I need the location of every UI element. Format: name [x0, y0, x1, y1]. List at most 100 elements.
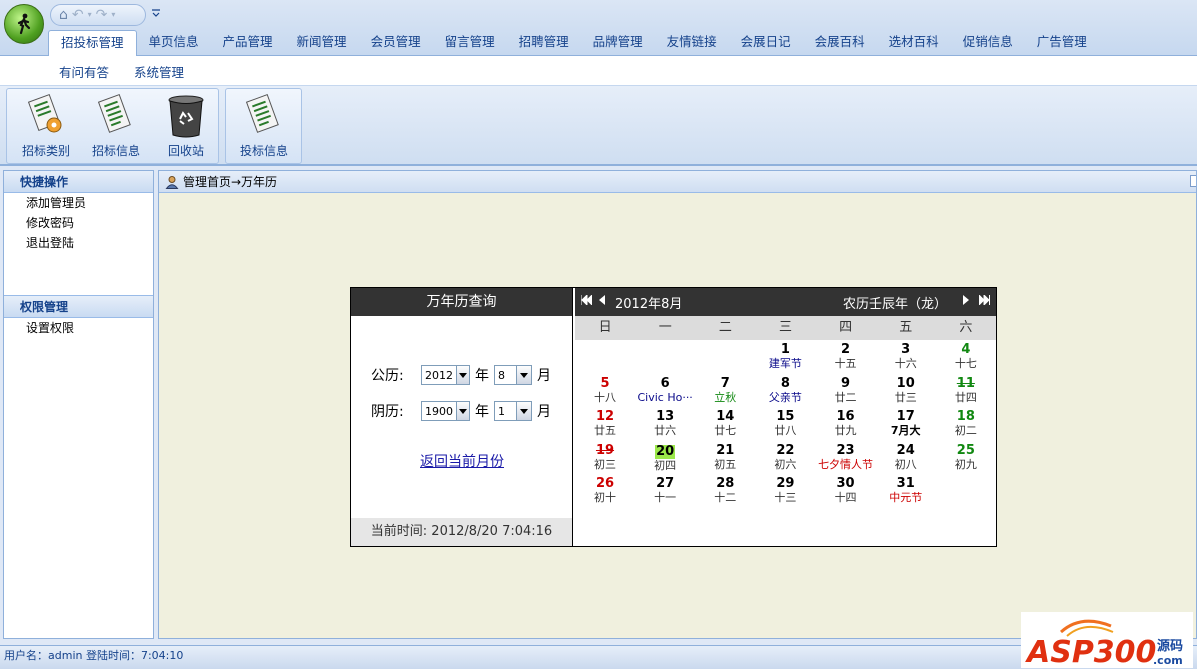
calendar-day-cell[interactable]: 25 初九: [936, 443, 996, 478]
calendar-day-cell[interactable]: 19 初三: [575, 443, 635, 478]
ribbon-toolbar: 招标类别 招标信息 回收站 投标信息: [0, 86, 1197, 166]
lunar-date-row: 阴历: 1900 年 1 月: [371, 401, 556, 421]
lunar-day-label: 建军节: [768, 357, 802, 370]
solar-year-select[interactable]: 2012: [421, 365, 470, 385]
next-year-icon[interactable]: [979, 295, 990, 305]
calendar-day-cell[interactable]: 24 初八: [876, 443, 936, 478]
lunar-day-label: 初九: [954, 457, 977, 471]
bid-info-button[interactable]: 招标信息: [81, 89, 151, 163]
permissions-header[interactable]: 权限管理: [4, 296, 153, 318]
status-bar: 用户名：admin 登陆时间：7:04:10: [0, 645, 1197, 669]
back-to-current-month-link[interactable]: 返回当前月份: [351, 451, 573, 471]
prev-month-icon[interactable]: [599, 295, 605, 305]
calendar-day-cell[interactable]: 29 十三: [755, 477, 815, 511]
perpetual-calendar: 万年历查询 公历: 2012 年 8 月 阴历: 1900 年 1 月 返回当前…: [350, 287, 997, 547]
calendar-day-cell[interactable]: 7 立秋: [695, 375, 755, 411]
recycle-bin-button[interactable]: 回收站: [151, 89, 221, 163]
lunar-year-select[interactable]: 1900: [421, 401, 470, 421]
home-icon[interactable]: ⌂: [59, 8, 68, 22]
lunar-day-label: 父亲节: [768, 390, 802, 404]
calendar-day-cell[interactable]: 21 初五: [695, 443, 755, 478]
redo-icon[interactable]: ↷: [96, 8, 108, 22]
calendar-day-cell[interactable]: 26 初十: [575, 477, 635, 511]
chevron-down-icon[interactable]: [516, 402, 531, 420]
calendar-day-cell[interactable]: 23 七夕情人节: [816, 443, 876, 478]
lunar-day-label: 初十: [594, 491, 616, 505]
chevron-down-icon[interactable]: ▾: [111, 8, 115, 22]
lunar-day-label: 十二: [714, 491, 737, 505]
quick-actions-header[interactable]: 快捷操作: [4, 171, 153, 193]
chevron-down-icon[interactable]: [516, 366, 531, 384]
solar-month-select[interactable]: 8: [494, 365, 532, 385]
tab-news[interactable]: 新闻管理: [285, 30, 359, 56]
tab-bidding-management[interactable]: 招投标管理: [48, 30, 137, 57]
calendar-day-cell[interactable]: 31 中元节: [876, 477, 936, 511]
calendar-day-cell[interactable]: 4 十七: [936, 343, 996, 377]
tab-products[interactable]: 产品管理: [211, 30, 285, 56]
sidebar-item-set-permissions[interactable]: 设置权限: [4, 318, 153, 338]
calendar-day-cell[interactable]: 6 Civic Ho···: [635, 376, 695, 411]
day-number: 7: [720, 375, 730, 391]
calendar-day-cell[interactable]: 18 初二: [936, 410, 996, 444]
calendar-day-cell[interactable]: 2 十五: [816, 343, 876, 377]
bid-category-button[interactable]: 招标类别: [11, 89, 81, 163]
calendar-day-cell[interactable]: 20 初四: [635, 444, 695, 478]
day-number: 17: [896, 409, 915, 425]
calendar-day-cell[interactable]: 3 十六: [876, 343, 936, 377]
calendar-day-cell[interactable]: 16 廿九: [816, 410, 876, 444]
calendar-day-cell[interactable]: 22 初六: [755, 443, 815, 478]
calendar-day-cell[interactable]: 13 廿六: [635, 410, 695, 444]
lunar-label: 阴历:: [371, 404, 404, 420]
calendar-day-cell[interactable]: 17 7月大: [876, 410, 936, 444]
calendar-day-cell[interactable]: 11 廿四: [936, 376, 996, 411]
sidebar-item-add-admin[interactable]: 添加管理员: [4, 193, 153, 213]
lunar-day-label: 初八: [894, 457, 917, 471]
chevron-down-icon[interactable]: ▾: [88, 8, 92, 22]
prev-year-icon[interactable]: [581, 295, 592, 305]
calendar-day-cell[interactable]: 28 十二: [695, 477, 755, 511]
tab-material-wiki[interactable]: 选材百科: [877, 30, 951, 56]
calendar-day-cell[interactable]: 1 建军节: [755, 343, 815, 377]
day-number: 13: [656, 409, 675, 425]
ribbon-sub-tabs: 有问有答 系统管理: [0, 56, 1197, 86]
tab-links[interactable]: 友情链接: [655, 30, 729, 56]
tab-system[interactable]: 系统管理: [134, 62, 184, 81]
next-month-icon[interactable]: [963, 295, 969, 305]
recycle-bin-icon: [168, 95, 204, 138]
tab-ads[interactable]: 广告管理: [1025, 30, 1099, 56]
calendar-day-cell[interactable]: 10 廿三: [876, 376, 936, 411]
undo-icon[interactable]: ↶: [72, 8, 84, 22]
tab-exhibition-diary[interactable]: 会展日记: [729, 30, 803, 56]
lunar-day-label: 十四: [834, 491, 857, 505]
calendar-day-cell[interactable]: 30 十四: [816, 477, 876, 511]
calendar-day-cell[interactable]: 5 十八: [575, 376, 635, 411]
lunar-year-value: 1900: [425, 404, 453, 418]
app-menu-orb[interactable]: [4, 4, 44, 44]
solar-month-unit: 月: [537, 368, 551, 384]
sidebar-item-logout[interactable]: 退出登陆: [4, 233, 153, 253]
tab-messages[interactable]: 留言管理: [433, 30, 507, 56]
calendar-day-cell[interactable]: 15 廿八: [755, 410, 815, 444]
panel-corner-icon[interactable]: [1190, 175, 1196, 187]
calendar-day-cell[interactable]: 9 廿二: [816, 376, 876, 411]
calendar-day-cell[interactable]: 27 十一: [635, 477, 695, 511]
calendar-day-cell[interactable]: 8 父亲节: [755, 376, 815, 411]
lunar-year-label: 农历壬辰年（龙）: [843, 297, 948, 312]
tab-single-page[interactable]: 单页信息: [137, 30, 211, 56]
calendar-day-cell[interactable]: 12 廿五: [575, 410, 635, 444]
tab-exhibition-wiki[interactable]: 会展百科: [803, 30, 877, 56]
day-number: 15: [776, 409, 795, 425]
tab-qa[interactable]: 有问有答: [59, 62, 109, 81]
customize-qat-icon[interactable]: [152, 9, 160, 17]
chevron-down-icon[interactable]: [456, 366, 469, 384]
lunar-month-select[interactable]: 1: [494, 401, 532, 421]
tender-info-button[interactable]: 投标信息: [229, 89, 299, 163]
tab-members[interactable]: 会员管理: [359, 30, 433, 56]
calendar-day-cell[interactable]: 14 廿七: [695, 410, 755, 444]
tab-brands[interactable]: 品牌管理: [581, 30, 655, 56]
tab-recruitment[interactable]: 招聘管理: [507, 30, 581, 56]
chevron-down-icon[interactable]: [456, 402, 469, 420]
sidebar-item-change-password[interactable]: 修改密码: [4, 213, 153, 233]
weekday-label: 四: [839, 320, 853, 335]
tab-promotions[interactable]: 促销信息: [951, 30, 1025, 56]
